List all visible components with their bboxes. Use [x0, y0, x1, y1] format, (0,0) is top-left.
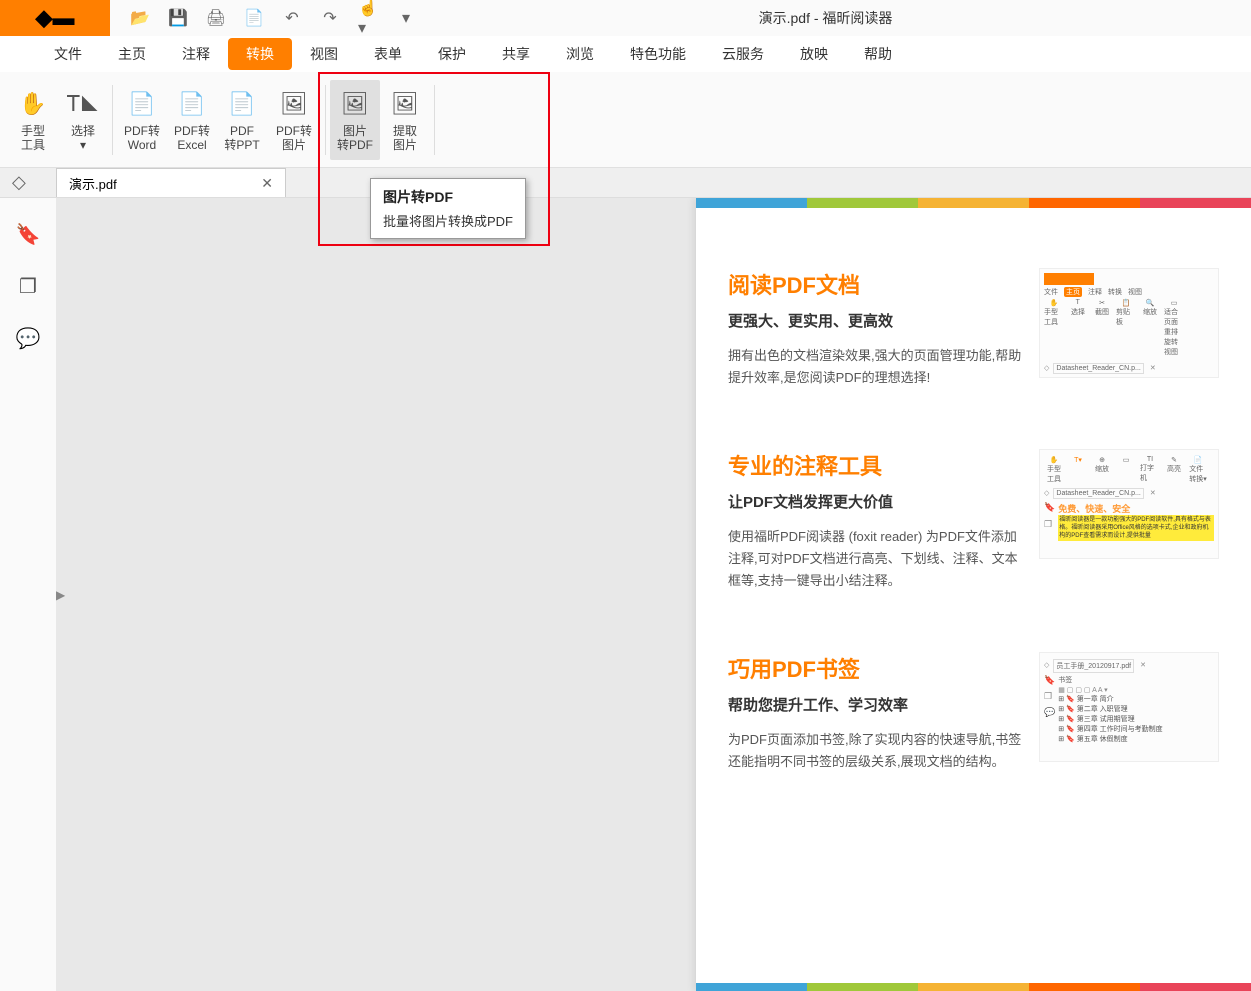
ribbon-hand-tool[interactable]: ✋ 手型 工具 — [8, 80, 58, 160]
save-icon[interactable]: 💾 — [168, 8, 188, 28]
cursor-icon: Ꭲ◣ — [67, 88, 99, 120]
section-body: 拥有出色的文档渲染效果,强大的页面管理功能,帮助提升效率,是您阅读PDF的理想选… — [728, 345, 1027, 389]
document-tab[interactable]: 演示.pdf ✕ — [56, 168, 286, 197]
pdf-page: 阅读PDF文档 更强大、更实用、更高效 拥有出色的文档渲染效果,强大的页面管理功… — [696, 198, 1251, 991]
ribbon: ✋ 手型 工具 Ꭲ◣ 选择▾ 📄 PDF转 Word 📄 PDF转 Excel … — [0, 72, 1251, 168]
ribbon-extract-image[interactable]: 🖼 提取 图片 — [380, 80, 430, 160]
undo-icon[interactable]: ↶ — [282, 8, 302, 28]
ppt-icon: 📄 — [226, 88, 258, 120]
quick-access-toolbar: ◆▬ 📂 💾 🖨 📄 ↶ ↷ ☝ ▾ ▾ 演示.pdf - 福昕阅读器 — [0, 0, 1251, 36]
window-title: 演示.pdf - 福昕阅读器 — [759, 8, 893, 28]
tab-label: 演示.pdf — [69, 174, 117, 193]
ribbon-image-to-pdf[interactable]: 🖼 图片 转PDF — [330, 80, 380, 160]
image-icon: 🖼 — [278, 88, 310, 120]
ribbon-pdf-to-image[interactable]: 🖼 PDF转 图片 — [267, 80, 321, 160]
menu-tab-share[interactable]: 共享 — [484, 38, 548, 70]
ribbon-pdf-to-word[interactable]: 📄 PDF转 Word — [117, 80, 167, 160]
comment-icon[interactable]: 💬 — [16, 326, 40, 350]
section-thumbnail: ◇ 员工手册_20120917.pdf✕ 🔖❐💬 书签 ▦ ▢ ▢ ▢ A A … — [1039, 652, 1219, 762]
tooltip-desc: 批量将图片转换成PDF — [383, 211, 513, 230]
menu-tab-browse[interactable]: 浏览 — [548, 38, 612, 70]
menu-tab-present[interactable]: 放映 — [782, 38, 846, 70]
tooltip-title: 图片转PDF — [383, 187, 513, 207]
menu-tab-feature[interactable]: 特色功能 — [612, 38, 704, 70]
menu-tab-help[interactable]: 帮助 — [846, 38, 910, 70]
open-icon[interactable]: 📂 — [130, 8, 150, 28]
bookmark-icon[interactable]: 🔖 — [16, 222, 40, 246]
section-body: 使用福昕PDF阅读器 (foxit reader) 为PDF文件添加注释,可对P… — [728, 526, 1027, 592]
word-icon: 📄 — [126, 88, 158, 120]
hand-icon: ✋ — [17, 88, 49, 120]
pages-icon[interactable]: ❐ — [16, 274, 40, 298]
app-logo: ◆▬ — [0, 0, 110, 36]
image-pdf-icon: 🖼 — [339, 88, 371, 120]
page-section-3: 巧用PDF书签 帮助您提升工作、学习效率 为PDF页面添加书签,除了实现内容的快… — [696, 652, 1251, 833]
document-tab-strip: 演示.pdf ✕ — [0, 168, 1251, 198]
side-panel: 🔖 ❐ 💬 — [0, 198, 56, 991]
expand-handle[interactable]: ▶ — [56, 588, 65, 602]
section-subtitle: 帮助您提升工作、学习效率 — [728, 694, 1027, 715]
menu-tab-form[interactable]: 表单 — [356, 38, 420, 70]
ribbon-pdf-to-excel[interactable]: 📄 PDF转 Excel — [167, 80, 217, 160]
extract-icon: 🖼 — [389, 88, 421, 120]
section-subtitle: 更强大、更实用、更高效 — [728, 310, 1027, 331]
menu-tab-comment[interactable]: 注释 — [164, 38, 228, 70]
menu-tab-cloud[interactable]: 云服务 — [704, 38, 782, 70]
menu-tab-file[interactable]: 文件 — [36, 38, 100, 70]
menu-tab-bar: 文件 主页 注释 转换 视图 表单 保护 共享 浏览 特色功能 云服务 放映 帮… — [0, 36, 1251, 72]
section-title: 专业的注释工具 — [728, 449, 1027, 481]
ribbon-select[interactable]: Ꭲ◣ 选择▾ — [58, 80, 108, 160]
menu-tab-protect[interactable]: 保护 — [420, 38, 484, 70]
redo-icon[interactable]: ↷ — [320, 8, 340, 28]
page-section-1: 阅读PDF文档 更强大、更实用、更高效 拥有出色的文档渲染效果,强大的页面管理功… — [696, 268, 1251, 449]
close-icon[interactable]: ✕ — [261, 175, 273, 192]
section-thumbnail: 文件 主页 注释 转换 视图 ✋手型 工具 Ꭲ选择 ✂截图 📋剪贴 板 🔍缩放 … — [1039, 268, 1219, 378]
excel-icon: 📄 — [176, 88, 208, 120]
section-body: 为PDF页面添加书签,除了实现内容的快速导航,书签还能指明不同书签的层级关系,展… — [728, 729, 1027, 773]
print-icon[interactable]: 🖨 — [206, 8, 226, 28]
ribbon-pdf-to-ppt[interactable]: 📄 PDF 转PPT — [217, 80, 267, 160]
section-title: 巧用PDF书签 — [728, 652, 1027, 684]
section-subtitle: 让PDF文档发挥更大价值 — [728, 491, 1027, 512]
section-title: 阅读PDF文档 — [728, 268, 1027, 300]
menu-tab-convert[interactable]: 转换 — [228, 38, 292, 70]
tooltip: 图片转PDF 批量将图片转换成PDF — [370, 178, 526, 239]
separator — [112, 85, 113, 155]
new-page-icon[interactable]: 📄 — [244, 8, 264, 28]
main-area: 🔖 ❐ 💬 ▶ 阅读PDF文档 更强大、更实用、更高效 拥有出色的文档渲染效果,… — [0, 198, 1251, 991]
menu-tab-view[interactable]: 视图 — [292, 38, 356, 70]
dropdown-icon[interactable]: ▾ — [396, 8, 416, 28]
document-area[interactable]: ▶ 阅读PDF文档 更强大、更实用、更高效 拥有出色的文档渲染效果,强大的页面管… — [56, 198, 1251, 991]
menu-tab-home[interactable]: 主页 — [100, 38, 164, 70]
eraser-icon[interactable]: ◇ — [12, 172, 26, 193]
separator — [434, 85, 435, 155]
page-section-2: 专业的注释工具 让PDF文档发挥更大价值 使用福昕PDF阅读器 (foxit r… — [696, 449, 1251, 652]
hand-icon[interactable]: ☝ ▾ — [358, 8, 378, 28]
section-thumbnail: ✋手型工具 T▾ ⊕缩放 ▭ TI打字机 ✎高亮 📄文件转换▾ ◇ Datash… — [1039, 449, 1219, 559]
separator — [325, 85, 326, 155]
